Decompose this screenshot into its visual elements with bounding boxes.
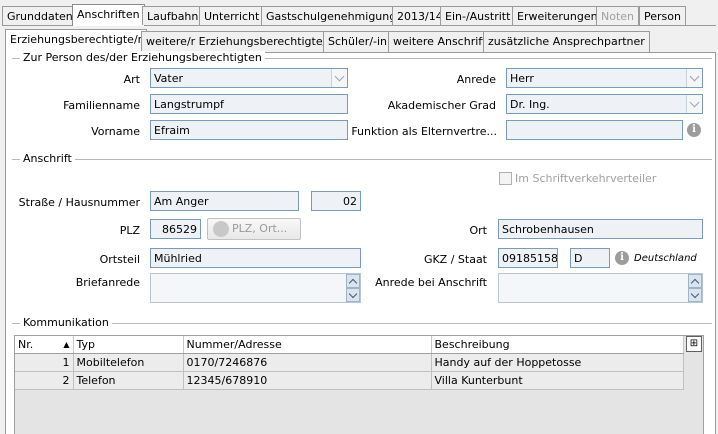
schriftverkehrverteiler-label: Im Schriftverkehrverteiler — [515, 172, 657, 185]
tab-zusaetzliche-ansprechpartner[interactable]: zusätzliche Ansprechpartner — [483, 31, 650, 52]
ortsteil-label: Ortsteil — [99, 253, 140, 266]
tab-schueler[interactable]: Schüler/-in — [323, 31, 393, 52]
anrede-label: Anrede — [456, 73, 496, 86]
spinner-down-icon[interactable] — [688, 288, 702, 302]
kommunikation-section-legend: Kommunikation — [20, 316, 112, 329]
tab-ein-austritt[interactable]: Ein-/Austritt — [440, 6, 516, 25]
art-label: Art — [123, 73, 140, 86]
table-row[interactable]: 2 Telefon 12345/678910 Villa Kunterbunt — [15, 371, 684, 390]
column-header-nr[interactable]: Nr. ▲ — [15, 336, 74, 354]
kommunikation-divider — [12, 323, 712, 324]
cell-nr: 1 — [15, 353, 74, 372]
strasse-label: Straße / Hausnummer — [18, 196, 140, 209]
anrede-select[interactable]: Herr — [506, 68, 703, 88]
cell-nummer: 0170/7246876 — [183, 353, 432, 372]
kommunikation-table: Nr. ▲ Typ Nummer/Adresse Beschreibung 1 M… — [15, 336, 684, 390]
dropdown-icon[interactable] — [331, 69, 347, 87]
column-header-nummer[interactable]: Nummer/Adresse — [183, 336, 432, 354]
person-section-legend: Zur Person des/der Erziehungsberechtigte… — [20, 51, 265, 64]
schriftverkehrverteiler-checkbox[interactable] — [499, 172, 512, 185]
familienname-field[interactable]: Langstrumpf — [150, 94, 348, 114]
column-chooser-icon[interactable]: ⊞ — [686, 336, 702, 352]
funktion-elternvertreter-field[interactable] — [506, 120, 683, 140]
column-label: Nr. — [18, 337, 34, 351]
vorname-field[interactable]: Efraim — [150, 120, 348, 140]
plz-field[interactable]: 86529 — [150, 219, 201, 239]
table-header-row: Nr. ▲ Typ Nummer/Adresse Beschreibung — [15, 336, 684, 354]
spinner-up-icon[interactable] — [688, 274, 702, 288]
tab-weitere-erziehungsberechtigte[interactable]: weitere/r Erziehungsberechtigte/r — [141, 31, 336, 52]
cell-beschreibung: Villa Kunterbunt — [431, 371, 684, 390]
dropdown-icon[interactable] — [686, 69, 702, 87]
tab-erweiterungen[interactable]: Erweiterungen — [512, 6, 603, 25]
hausnummer-field[interactable]: 02 — [311, 191, 361, 211]
plz-label: PLZ — [119, 224, 140, 237]
dropdown-icon[interactable] — [686, 95, 702, 113]
plz-ort-button-label: PLZ, Ort... — [232, 222, 288, 235]
familienname-label: Familienname — [63, 99, 140, 112]
anschrift-divider — [12, 159, 712, 160]
spinner-down-icon[interactable] — [346, 288, 360, 302]
column-header-typ[interactable]: Typ — [73, 336, 184, 354]
tab-laufbahn[interactable]: Laufbahn — [142, 6, 204, 25]
column-header-beschreibung[interactable]: Beschreibung — [431, 336, 684, 354]
briefanrede-textarea[interactable] — [150, 273, 361, 303]
cell-typ: Telefon — [73, 371, 184, 390]
info-icon[interactable]: i — [615, 251, 629, 265]
briefanrede-label: Briefanrede — [75, 276, 140, 289]
akademischer-grad-select[interactable]: Dr. Ing. — [506, 94, 703, 114]
anschrift-section-legend: Anschrift — [20, 152, 75, 165]
anrede-value: Herr — [510, 72, 534, 85]
tab-grunddaten[interactable]: Grunddaten — [2, 6, 78, 25]
spinner-up-icon[interactable] — [346, 274, 360, 288]
cell-nr: 2 — [15, 371, 74, 390]
ort-field[interactable]: Schrobenhausen — [498, 219, 703, 239]
info-icon[interactable]: i — [687, 123, 701, 137]
gkz-field[interactable]: 09185158 — [498, 248, 558, 268]
anrede-bei-anschrift-textarea[interactable] — [498, 273, 703, 303]
cell-nummer: 12345/678910 — [183, 371, 432, 390]
cell-typ: Mobiltelefon — [73, 353, 184, 372]
art-select[interactable]: Vater — [150, 68, 348, 88]
tab-erziehungsberechtigte[interactable]: Erziehungsberechtigte/r — [5, 29, 148, 53]
grad-value: Dr. Ing. — [510, 98, 550, 111]
tab-gastschulgenehmigung[interactable]: Gastschulgenehmigung — [261, 6, 402, 25]
staat-field[interactable]: D — [570, 248, 610, 268]
ort-label: Ort — [469, 224, 488, 237]
art-value: Vater — [154, 72, 184, 85]
anrede-bei-anschrift-label: Anrede bei Anschrift — [375, 276, 487, 289]
ortsteil-field[interactable]: Mühlried — [150, 248, 361, 268]
gkz-staat-label: GKZ / Staat — [423, 253, 487, 266]
plz-ort-search-button[interactable]: PLZ, Ort... — [207, 218, 301, 240]
tab-person[interactable]: Person — [639, 6, 686, 25]
vorname-label: Vorname — [91, 125, 140, 138]
table-row[interactable]: 1 Mobiltelefon 0170/7246876 Handy auf de… — [15, 353, 684, 372]
akademischer-grad-label: Akademischer Grad — [387, 99, 496, 112]
search-icon — [213, 221, 229, 237]
cell-beschreibung: Handy auf der Hoppetosse — [431, 353, 684, 372]
staat-name: Deutschland — [634, 253, 697, 264]
tab-unterricht[interactable]: Unterricht — [199, 6, 265, 25]
tab-weitere-anschrift[interactable]: weitere Anschrift — [388, 31, 492, 52]
funktion-elternvertreter-label: Funktion als Elternvertre... — [351, 125, 497, 138]
tab-anschriften[interactable]: Anschriften — [72, 4, 145, 26]
strasse-field[interactable]: Am Anger — [150, 191, 299, 211]
tab-noten: Noten — [596, 6, 640, 25]
sort-asc-icon[interactable]: ▲ — [63, 340, 69, 349]
